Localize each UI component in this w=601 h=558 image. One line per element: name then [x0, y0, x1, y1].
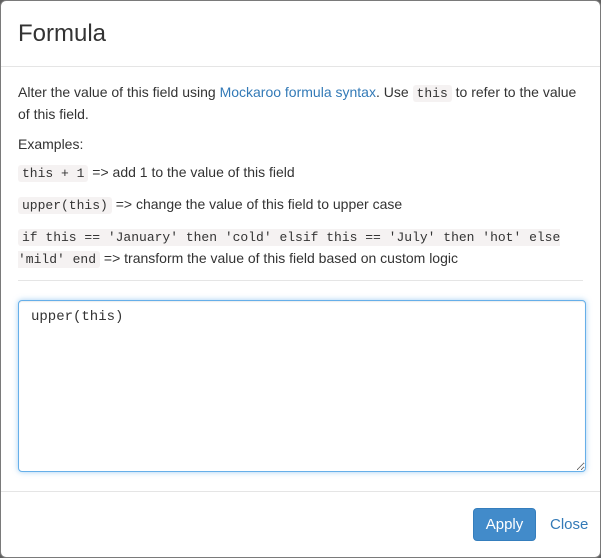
formula-dialog: Formula Alter the value of this field us…	[0, 0, 601, 558]
apply-button[interactable]: Apply	[473, 508, 536, 541]
this-code-snippet: this	[412, 85, 452, 102]
dialog-header: Formula	[1, 1, 600, 67]
example-item: this + 1 => add 1 to the value of this f…	[18, 162, 583, 184]
example-description: => change the value of this field to upp…	[111, 196, 403, 212]
dialog-footer: Apply Close	[1, 491, 600, 557]
example-description: => transform the value of this field bas…	[100, 250, 458, 266]
close-button[interactable]: Close	[544, 508, 594, 541]
divider	[18, 280, 583, 281]
example-description: => add 1 to the value of this field	[88, 164, 295, 180]
examples-label: Examples:	[18, 136, 84, 152]
example-item: if this == 'January' then 'cold' elsif t…	[18, 226, 583, 270]
intro-text: Alter the value of this field using Mock…	[18, 82, 583, 124]
example-item: upper(this) => change the value of this …	[18, 194, 583, 216]
intro-text-middle: . Use	[375, 84, 413, 100]
formula-textarea[interactable]: upper(this)	[18, 300, 586, 472]
example-code: this + 1	[18, 165, 89, 182]
intro-text-before: Alter the value of this field using	[18, 84, 220, 100]
dialog-title: Formula	[18, 20, 107, 47]
formula-syntax-link[interactable]: Mockaroo formula syntax	[220, 84, 376, 100]
example-code: upper(this)	[18, 197, 112, 214]
dialog-body: Alter the value of this field using Mock…	[1, 67, 600, 472]
